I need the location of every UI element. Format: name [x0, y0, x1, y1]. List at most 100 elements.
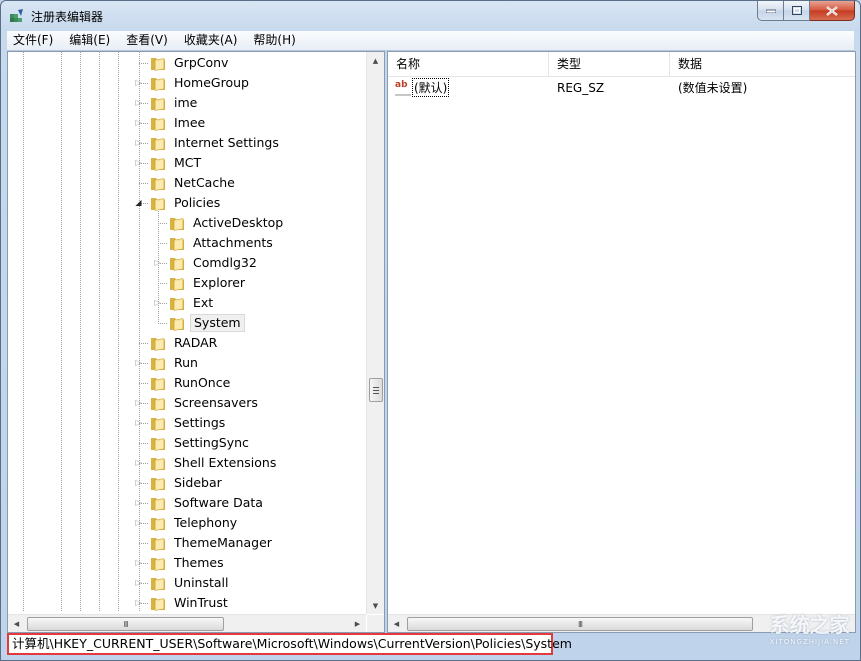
tree-node[interactable]: ▷ Ext — [154, 293, 216, 313]
tree-horizontal-scrollbar[interactable]: ◀ III ▶ — [8, 614, 366, 632]
tree-node[interactable]: ▷ Run — [135, 353, 201, 373]
tree-node-label[interactable]: Shell Extensions — [171, 454, 279, 472]
scroll-grip: III — [577, 619, 583, 629]
tree-node-label[interactable]: Software Data — [171, 494, 266, 512]
value-row[interactable]: ab (默认) REG_SZ (数值未设置) — [388, 78, 855, 97]
collapse-arrow-icon[interactable]: ◢ — [134, 198, 143, 207]
scroll-left-arrow-icon[interactable]: ◀ — [8, 615, 25, 632]
tree-node-label[interactable]: MCT — [171, 154, 204, 172]
tree-node-label[interactable]: Internet Settings — [171, 134, 282, 152]
tree-node[interactable]: Explorer — [169, 273, 248, 293]
tree-node-label[interactable]: Attachments — [190, 234, 276, 252]
tree-node-label[interactable]: NetCache — [171, 174, 238, 192]
expand-arrow-icon[interactable]: ▷ — [134, 118, 143, 127]
menu-favorites[interactable]: 收藏夹(A) — [176, 31, 246, 50]
expand-arrow-icon[interactable]: ▷ — [134, 358, 143, 367]
expand-arrow-icon[interactable]: ▷ — [134, 478, 143, 487]
tree-node-label[interactable]: ThemeManager — [171, 534, 275, 552]
tree-vertical-scroll-thumb[interactable] — [369, 378, 383, 402]
tree-node-label[interactable]: Ext — [190, 294, 216, 312]
tree-node[interactable]: SettingSync — [150, 433, 252, 453]
tree-node[interactable]: ▷ Telephony — [135, 513, 240, 533]
tree-node[interactable]: ▷ HomeGroup — [135, 73, 252, 93]
tree-node-label[interactable]: System — [190, 314, 245, 332]
scroll-down-arrow-icon[interactable]: ▼ — [367, 597, 384, 614]
expand-arrow-icon[interactable]: ▷ — [153, 298, 162, 307]
tree-node[interactable]: ▷ Themes — [135, 553, 227, 573]
expand-arrow-icon[interactable]: ▷ — [134, 598, 143, 607]
expand-arrow-icon[interactable]: ▷ — [153, 258, 162, 267]
tree-node[interactable]: RunOnce — [150, 373, 233, 393]
tree-vertical-scrollbar[interactable]: ▲ ▼ — [366, 52, 384, 614]
menu-edit[interactable]: 编辑(E) — [61, 31, 118, 50]
tree-node-label[interactable]: SettingSync — [171, 434, 252, 452]
tree-node[interactable]: ▷ Uninstall — [135, 573, 232, 593]
expand-arrow-icon[interactable]: ▷ — [134, 398, 143, 407]
registry-editor-icon — [10, 9, 23, 22]
tree-node[interactable]: ▷ MCT — [135, 153, 204, 173]
tree-node[interactable]: ThemeManager — [150, 533, 275, 553]
tree-node-label[interactable]: Screensavers — [171, 394, 261, 412]
tree-node[interactable]: ▷ Sidebar — [135, 473, 225, 493]
tree-node-label[interactable]: ActiveDesktop — [190, 214, 286, 232]
tree-node-label[interactable]: Themes — [171, 554, 227, 572]
minimize-button[interactable] — [757, 1, 784, 21]
tree-node-label[interactable]: Imee — [171, 114, 208, 132]
tree-node-label[interactable]: Uninstall — [171, 574, 232, 592]
tree-node[interactable]: Attachments — [169, 233, 276, 253]
column-header-name[interactable]: 名称 — [388, 52, 549, 76]
expand-arrow-icon[interactable]: ▷ — [134, 138, 143, 147]
tree-node-label[interactable]: WinTrust — [171, 594, 231, 612]
tree-horizontal-scroll-thumb[interactable]: III — [27, 617, 224, 631]
expand-arrow-icon[interactable]: ▷ — [134, 78, 143, 87]
values-horizontal-scroll-thumb[interactable]: III — [407, 617, 753, 631]
column-header-type[interactable]: 类型 — [549, 52, 670, 76]
tree-node-label[interactable]: GrpConv — [171, 54, 231, 72]
tree-node[interactable]: RADAR — [150, 333, 220, 353]
tree-node-label[interactable]: Settings — [171, 414, 228, 432]
tree-node-label[interactable]: Comdlg32 — [190, 254, 260, 272]
expand-arrow-icon[interactable]: ▷ — [134, 158, 143, 167]
expand-arrow-icon[interactable]: ▷ — [134, 458, 143, 467]
tree-node-label[interactable]: Telephony — [171, 514, 240, 532]
tree-node[interactable]: ActiveDesktop — [169, 213, 286, 233]
title-bar[interactable]: 注册表编辑器 — [1, 1, 860, 31]
close-button[interactable] — [810, 1, 855, 21]
tree-node[interactable]: ◢ Policies — [135, 193, 223, 213]
expand-arrow-icon[interactable]: ▷ — [134, 578, 143, 587]
scroll-right-arrow-icon[interactable]: ▶ — [349, 615, 366, 632]
expand-arrow-icon[interactable]: ▷ — [134, 98, 143, 107]
menu-file[interactable]: 文件(F) — [7, 31, 61, 50]
tree-node[interactable]: ▷ Settings — [135, 413, 228, 433]
tree-node[interactable]: ▷ ime — [135, 93, 200, 113]
scroll-up-arrow-icon[interactable]: ▲ — [367, 52, 384, 69]
tree-node[interactable]: ▷ Shell Extensions — [135, 453, 279, 473]
tree-node[interactable]: ▷ Internet Settings — [135, 133, 282, 153]
menu-view[interactable]: 查看(V) — [118, 31, 176, 50]
scroll-left-arrow-icon[interactable]: ◀ — [388, 615, 405, 632]
tree-node-label[interactable]: HomeGroup — [171, 74, 252, 92]
expand-arrow-icon[interactable]: ▷ — [134, 498, 143, 507]
menu-help[interactable]: 帮助(H) — [245, 31, 303, 50]
tree-node-label[interactable]: RADAR — [171, 334, 220, 352]
tree-node[interactable]: GrpConv — [150, 53, 231, 73]
tree-node[interactable]: System — [169, 313, 245, 333]
tree-node-label[interactable]: ime — [171, 94, 200, 112]
tree-node-label[interactable]: Explorer — [190, 274, 248, 292]
expand-arrow-icon[interactable]: ▷ — [134, 518, 143, 527]
expand-arrow-icon[interactable]: ▷ — [134, 558, 143, 567]
tree-node[interactable]: ▷ Imee — [135, 113, 208, 133]
tree-node-label[interactable]: Run — [171, 354, 201, 372]
tree-node-label[interactable]: Policies — [171, 194, 223, 212]
tree-node[interactable]: NetCache — [150, 173, 238, 193]
tree-node[interactable]: ▷ Comdlg32 — [154, 253, 260, 273]
tree-node[interactable]: ▷ Software Data — [135, 493, 266, 513]
folder-icon — [151, 357, 165, 371]
maximize-button[interactable] — [784, 1, 810, 21]
tree-node-label[interactable]: Sidebar — [171, 474, 225, 492]
tree-node[interactable]: ▷ WinTrust — [135, 593, 231, 613]
expand-arrow-icon[interactable]: ▷ — [134, 418, 143, 427]
tree-node-label[interactable]: RunOnce — [171, 374, 233, 392]
tree-node[interactable]: ▷ Screensavers — [135, 393, 261, 413]
column-header-data[interactable]: 数据 — [670, 52, 855, 76]
